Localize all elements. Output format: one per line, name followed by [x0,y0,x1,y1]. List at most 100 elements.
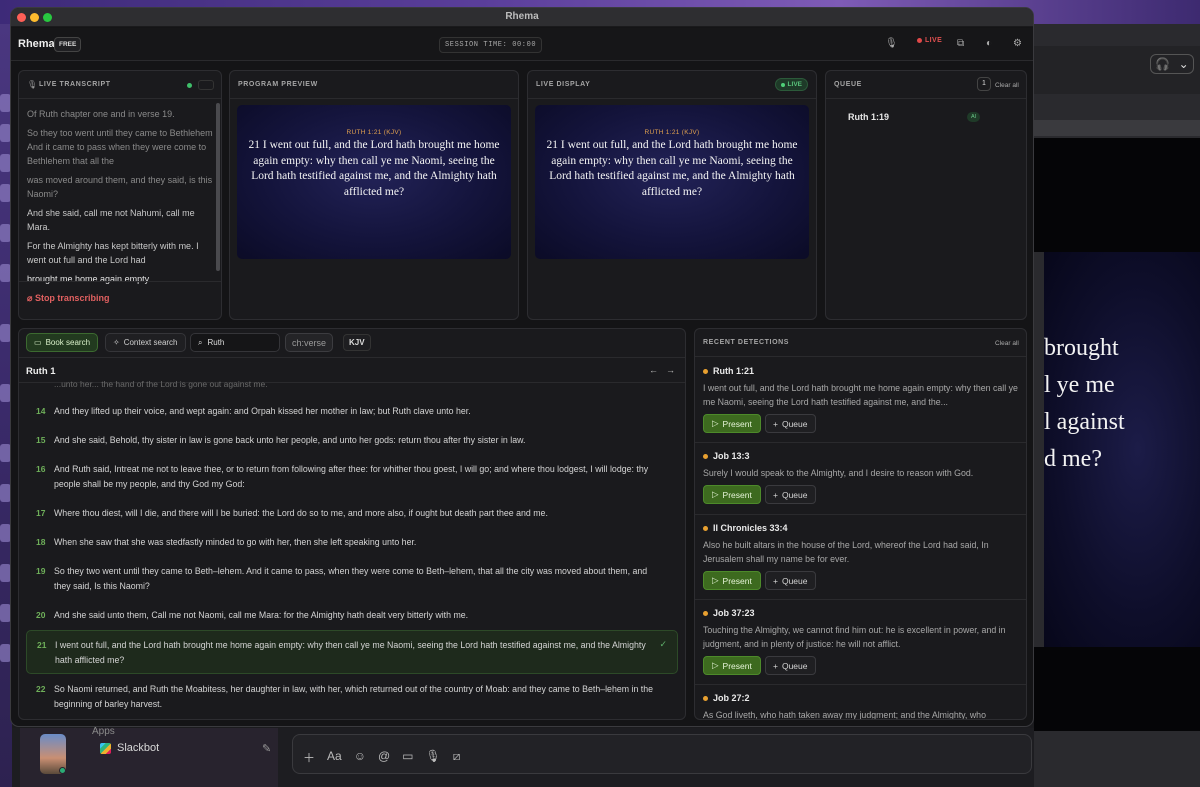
transcript-line: And she said, call me not Nahumi, call m… [27,208,195,232]
present-button[interactable]: ▷ Present [703,571,761,590]
verse-text: So they two went until they came to Beth… [54,566,648,591]
add-to-queue-button[interactable]: + Queue [765,656,816,675]
version-selector[interactable]: KJV [343,334,371,351]
detection-reference: Ruth 1:21 [703,366,754,376]
detection-ref-label: II Chronicles 33:4 [713,523,788,533]
verse-row[interactable]: 18 When she saw that she was stedfastly … [26,535,678,550]
plus-icon[interactable]: ＋ [303,749,315,766]
book-search-input[interactable]: ⌕ Ruth [190,333,280,352]
shortcut-icon[interactable]: ⧄ [453,749,461,766]
pencil-icon[interactable]: ✎ [262,742,271,755]
settings-gear-icon[interactable]: ⚙ [1013,38,1022,49]
chapter-verse-input[interactable]: ch:verse [285,333,334,352]
audio-level-meter [198,80,214,90]
panel-title: LIVE DISPLAY [536,81,591,88]
headphones-button[interactable]: 🎧 ⌄ [1150,54,1194,74]
queue-item[interactable]: Ruth 1:19 [848,112,889,122]
add-to-queue-button[interactable]: + Queue [765,414,816,433]
format-icon[interactable]: Aa [327,749,342,766]
tab-context-search[interactable]: ✧ Context search [105,333,186,352]
partial-verse-line: ...unto her... the hand of the Lord is g… [54,379,268,389]
presence-dot [59,767,66,774]
detection-reference: Job 37:23 [703,608,755,618]
recent-detections-panel: RECENT DETECTIONS Clear all Ruth 1:21 I … [694,328,1027,720]
panel-title: RECENT DETECTIONS [703,339,790,346]
stop-transcribing-button[interactable]: ⌀ Stop transcribing [27,293,109,304]
clear-detections-button[interactable]: Clear all [995,340,1019,347]
live-badge-label: LIVE [787,81,802,88]
panel-header: QUEUE 1 Clear all [826,71,1026,99]
present-button[interactable]: ▷ Present [703,656,761,675]
emoji-icon[interactable]: ☺ [354,749,366,766]
add-to-queue-button[interactable]: + Queue [765,485,816,504]
message-composer[interactable]: ＋ Aa ☺ @ ▭ 🎙 ⧄ [292,734,1032,774]
plus-icon: + [773,660,778,671]
detection-reference: Job 13:3 [703,451,750,461]
mention-icon[interactable]: @ [378,749,390,766]
verse-number: 17 [36,508,46,518]
verse-row[interactable]: 17 Where thou diest, will I die, and the… [26,506,678,521]
slide-verse-text: 21 I went out full, and the Lord hath br… [248,139,500,198]
mic-icon[interactable]: 🎙 [426,749,441,766]
output-screen-bottom [1034,647,1200,731]
go-live-button[interactable]: LIVE [917,37,942,44]
verse-row[interactable]: 20 And she said unto them, Call me not N… [26,608,678,623]
video-icon[interactable]: ▭ [402,749,413,766]
plan-badge: FREE [54,37,82,52]
rhema-window: Rhema Rhema FREE SESSION TIME: 00:00 🎙 L… [10,7,1034,727]
panel-header: RECENT DETECTIONS Clear all [695,329,1026,357]
slack-logo-icon [100,742,111,754]
verse-row[interactable]: 19 So they two went until they came to B… [26,564,678,594]
verse-number: 22 [36,684,46,694]
verse-row-selected[interactable]: 21 I went out full, and the Lord hath br… [26,630,678,674]
transcript-line: Of Ruth chapter one and in verse 19. [27,109,175,119]
transcript-scrollbar[interactable] [216,103,220,271]
output-text-line: brought [1044,335,1119,361]
plus-icon: + [773,418,778,429]
detection-ref-label: Ruth 1:21 [713,366,755,376]
clear-queue-button[interactable]: Clear all [995,82,1019,89]
play-icon: ▷ [712,489,719,499]
next-chapter-arrow-icon[interactable]: → [666,365,675,375]
play-icon: ▷ [712,575,719,585]
slackbot-label: Slackbot [117,742,160,754]
palette-icon[interactable]: ◐ [986,38,992,49]
panel-title: QUEUE [834,81,862,88]
live-display-panel: LIVE DISPLAY LIVE RUTH 1:21 (KJV) 21 I w… [527,70,817,320]
slide-reference: RUTH 1:21 (KJV) [644,129,700,136]
check-icon: ✓ [659,639,667,649]
add-to-queue-button[interactable]: + Queue [765,571,816,590]
live-slide[interactable]: RUTH 1:21 (KJV) 21 I went out full, and … [535,105,809,259]
verse-row[interactable]: 16 And Ruth said, Intreat me not to leav… [26,462,678,492]
previous-chapter-arrow-icon[interactable]: ← [649,365,658,375]
microphone-icon[interactable]: 🎙 [885,38,898,49]
app-header: Rhema FREE SESSION TIME: 00:00 🎙 LIVE ⧉ … [11,28,1033,61]
output-text-line: l against [1044,409,1125,435]
output-text-line: l ye me [1044,372,1115,398]
detection-item: II Chronicles 33:4 Also he built altars … [695,515,1026,600]
tab-book-search[interactable]: ▭ Book search [26,333,99,352]
detection-ref-label: Job 27:2 [713,693,750,703]
cast-icon[interactable]: ⧉ [957,38,964,49]
verse-row[interactable]: 14 And they lifted up their voice, and w… [26,404,678,419]
headphones-icon: 🎧 [1155,57,1171,71]
slackbot-item[interactable]: Slackbot [100,742,159,754]
live-label: LIVE [925,37,943,44]
queue-label: Queue [781,575,808,586]
present-button[interactable]: ▷ Present [703,485,761,504]
verse-row[interactable]: 15 And she said, Behold, thy sister in l… [26,433,678,448]
detection-dot-icon [703,368,708,374]
verse-row[interactable]: 22 So Naomi returned, and Ruth the Moabi… [26,682,678,712]
preview-slide[interactable]: RUTH 1:21 (KJV) 21 I went out full, and … [237,105,511,259]
live-dot-icon [780,82,785,87]
panel-header: 🎙 LIVE TRANSCRIPT [19,71,221,99]
apps-label[interactable]: Apps [92,726,115,737]
present-button[interactable]: ▷ Present [703,414,761,433]
detection-reference: Job 27:2 [703,693,750,703]
composer-toolbar: ＋ Aa ☺ @ ▭ 🎙 ⧄ [303,749,460,766]
live-dot-icon [917,38,922,43]
avatar[interactable] [40,734,66,774]
plus-icon: + [773,575,778,586]
search-query: Ruth [207,338,225,347]
output-screen-top [1034,138,1200,252]
